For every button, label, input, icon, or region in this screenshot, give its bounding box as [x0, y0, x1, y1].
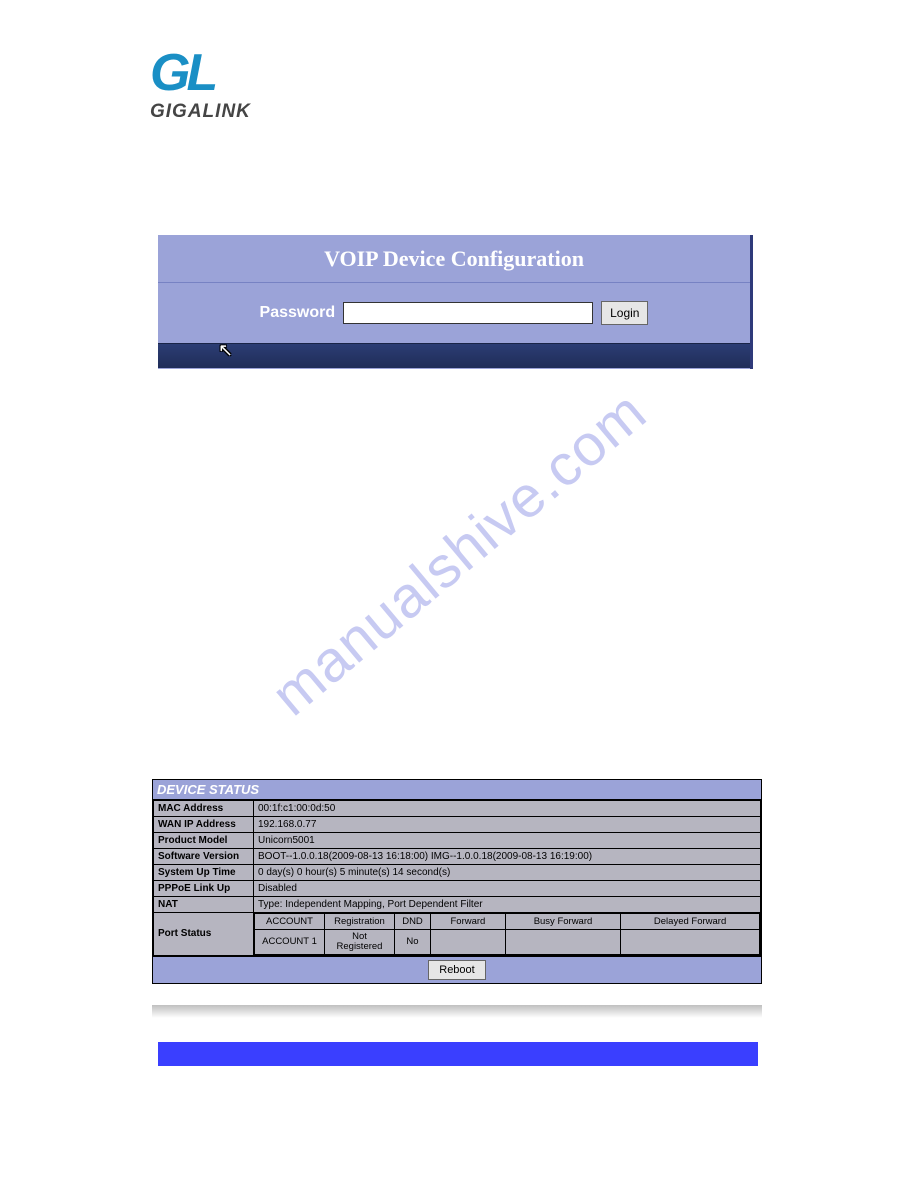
- device-status-header: DEVICE STATUS: [153, 780, 761, 800]
- login-panel: VOIP Device Configuration Password Login…: [158, 235, 753, 369]
- product-model-label: Product Model: [154, 833, 254, 849]
- nat-label: NAT: [154, 897, 254, 913]
- port-status-cell: ACCOUNT Registration DND Forward Busy Fo…: [254, 913, 761, 956]
- port-account-value: ACCOUNT 1: [255, 930, 325, 955]
- wan-ip-label: WAN IP Address: [154, 817, 254, 833]
- system-uptime-label: System Up Time: [154, 865, 254, 881]
- col-registration: Registration: [325, 914, 395, 930]
- device-footer: Reboot: [153, 956, 761, 983]
- col-dnd: DND: [395, 914, 431, 930]
- pppoe-label: PPPoE Link Up: [154, 881, 254, 897]
- nat-value: Type: Independent Mapping, Port Dependen…: [254, 897, 761, 913]
- login-form: Password Login: [158, 283, 750, 343]
- mac-address-label: MAC Address: [154, 801, 254, 817]
- system-uptime-value: 0 day(s) 0 hour(s) 5 minute(s) 14 second…: [254, 865, 761, 881]
- solid-blue-bar: [158, 1042, 758, 1066]
- password-label: Password: [260, 304, 336, 322]
- port-status-table: ACCOUNT Registration DND Forward Busy Fo…: [254, 913, 760, 955]
- port-status-label: Port Status: [154, 913, 254, 956]
- col-delayed-forward: Delayed Forward: [621, 914, 760, 930]
- col-busy-forward: Busy Forward: [505, 914, 620, 930]
- port-registration-value: Not Registered: [325, 930, 395, 955]
- software-version-value: BOOT--1.0.0.18(2009-08-13 16:18:00) IMG-…: [254, 849, 761, 865]
- document-page: GL GIGALINK manualshive.com VOIP Device …: [0, 0, 918, 1188]
- port-delayed-forward-value: [621, 930, 760, 955]
- port-dnd-value: No: [395, 930, 431, 955]
- login-footer-bar: [158, 343, 750, 368]
- brand-logo-gl: GL: [150, 50, 251, 97]
- brand-logo: GL GIGALINK: [150, 50, 251, 123]
- login-title: VOIP Device Configuration: [324, 246, 584, 272]
- password-input[interactable]: [343, 302, 593, 324]
- product-model-value: Unicorn5001: [254, 833, 761, 849]
- port-busy-forward-value: [505, 930, 620, 955]
- software-version-label: Software Version: [154, 849, 254, 865]
- port-forward-value: [431, 930, 506, 955]
- col-forward: Forward: [431, 914, 506, 930]
- login-button[interactable]: Login: [601, 301, 648, 325]
- watermark-text: manualshive.com: [259, 378, 659, 729]
- device-panel-shadow: [152, 1005, 762, 1018]
- wan-ip-value: 192.168.0.77: [254, 817, 761, 833]
- reboot-button[interactable]: Reboot: [428, 960, 485, 980]
- device-status-panel: DEVICE STATUS MAC Address 00:1f:c1:00:0d…: [152, 779, 762, 984]
- brand-logo-text: GIGALINK: [150, 101, 251, 123]
- pppoe-value: Disabled: [254, 881, 761, 897]
- col-account: ACCOUNT: [255, 914, 325, 930]
- mac-address-value: 00:1f:c1:00:0d:50: [254, 801, 761, 817]
- login-title-row: VOIP Device Configuration: [158, 235, 750, 283]
- device-status-table: MAC Address 00:1f:c1:00:0d:50 WAN IP Add…: [153, 800, 761, 956]
